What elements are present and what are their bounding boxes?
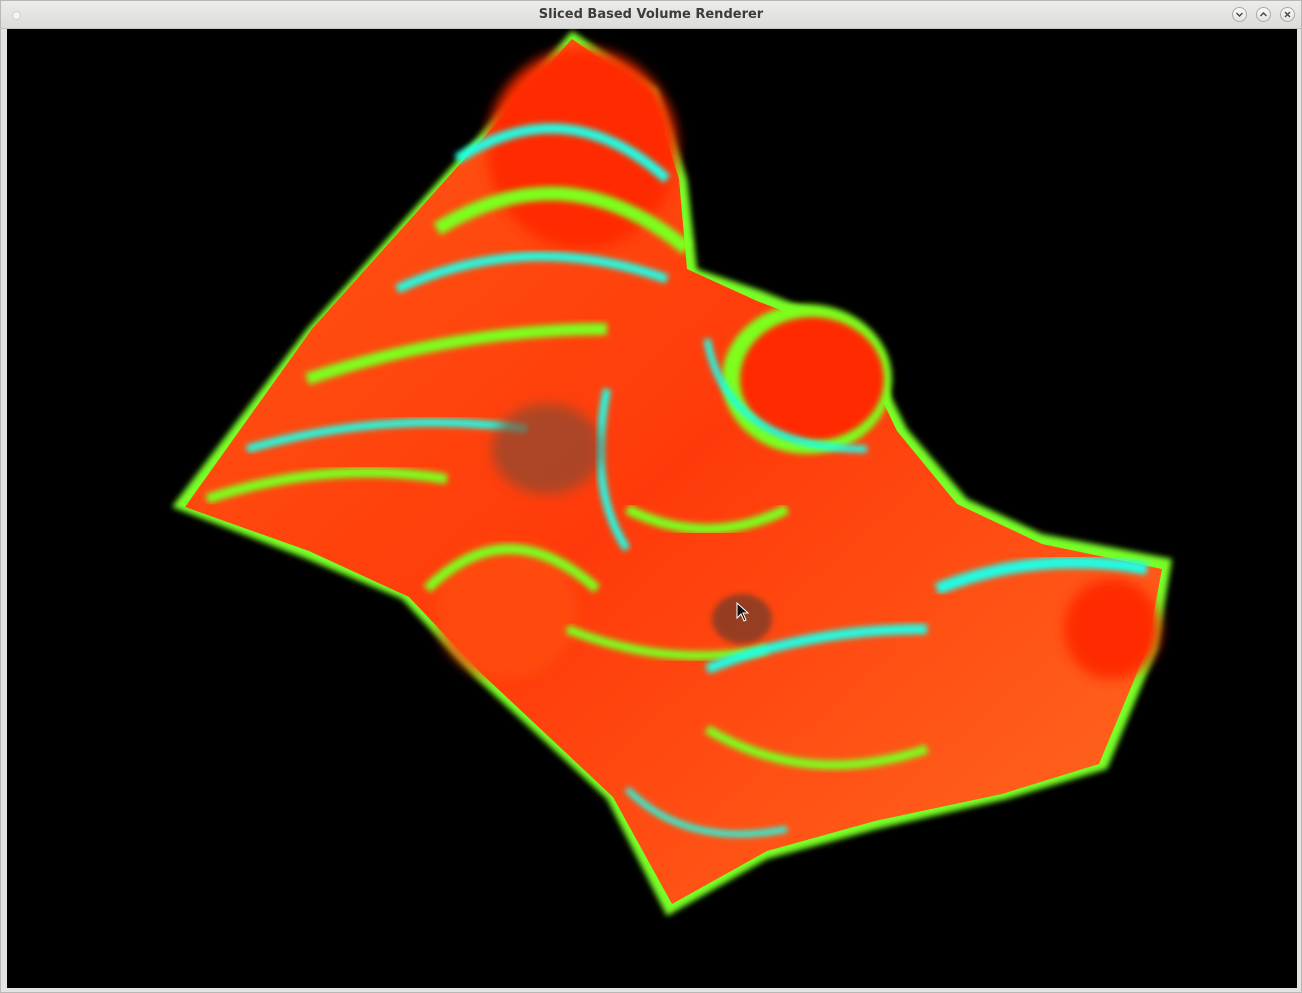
render-viewport[interactable] [7, 29, 1297, 988]
close-button[interactable] [1280, 7, 1295, 22]
volume-render [172, 31, 1172, 916]
close-icon [1284, 11, 1291, 18]
window-title: Sliced Based Volume Renderer [538, 7, 764, 22]
chevron-down-icon [1236, 12, 1243, 17]
mouse-cursor-icon [736, 602, 750, 622]
app-window: Sliced Based Volume Renderer [0, 0, 1302, 993]
chevron-up-icon [1260, 12, 1267, 17]
title-bar[interactable]: Sliced Based Volume Renderer [1, 1, 1301, 29]
maximize-button[interactable] [1256, 7, 1271, 22]
minimize-button[interactable] [1232, 7, 1247, 22]
